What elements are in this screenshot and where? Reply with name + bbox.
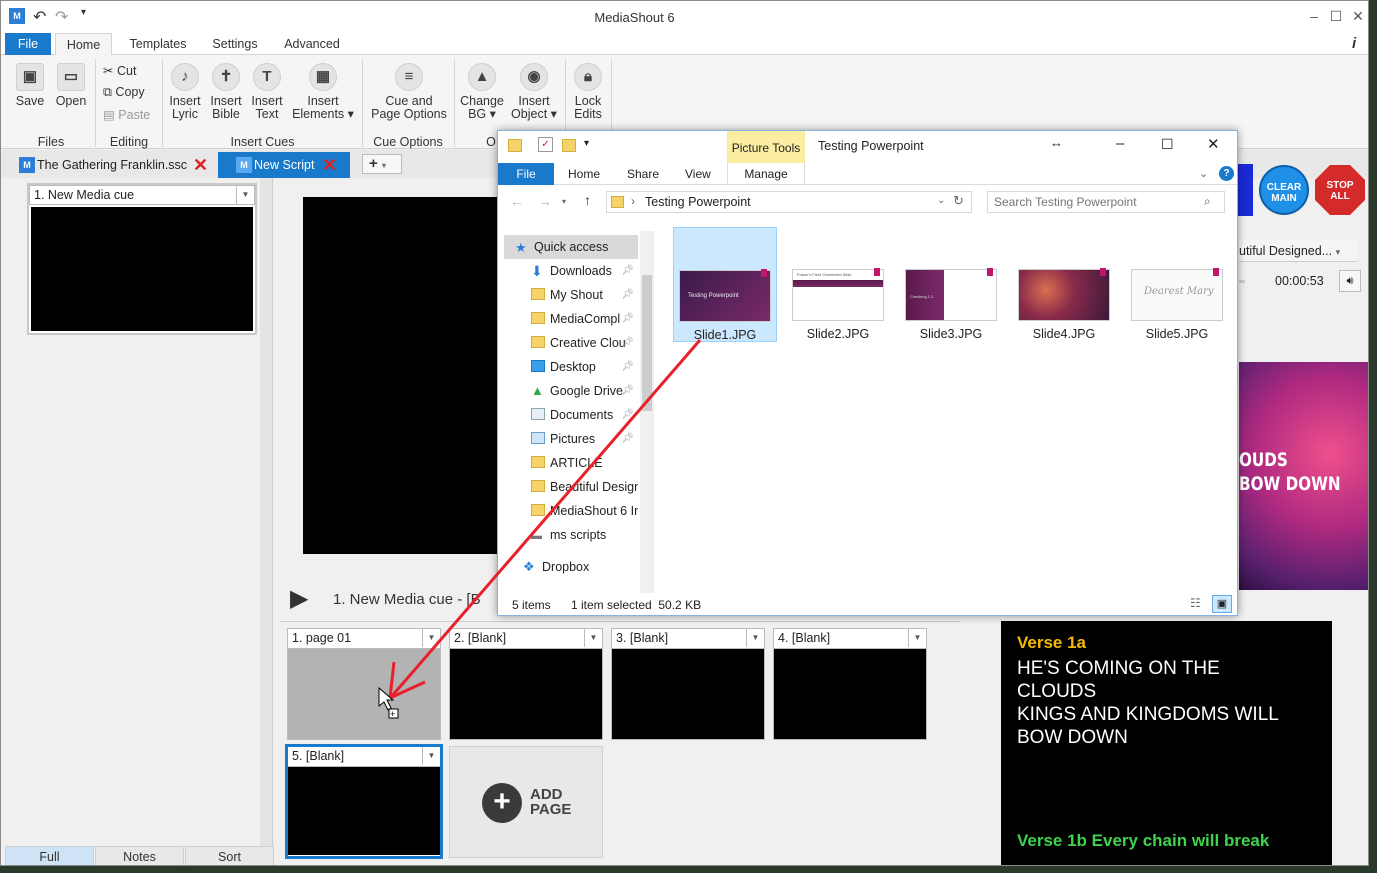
svg-text:+: + bbox=[390, 709, 395, 719]
drag-arrow-overlay: + bbox=[378, 339, 702, 719]
drag-arrow-line bbox=[390, 339, 702, 697]
